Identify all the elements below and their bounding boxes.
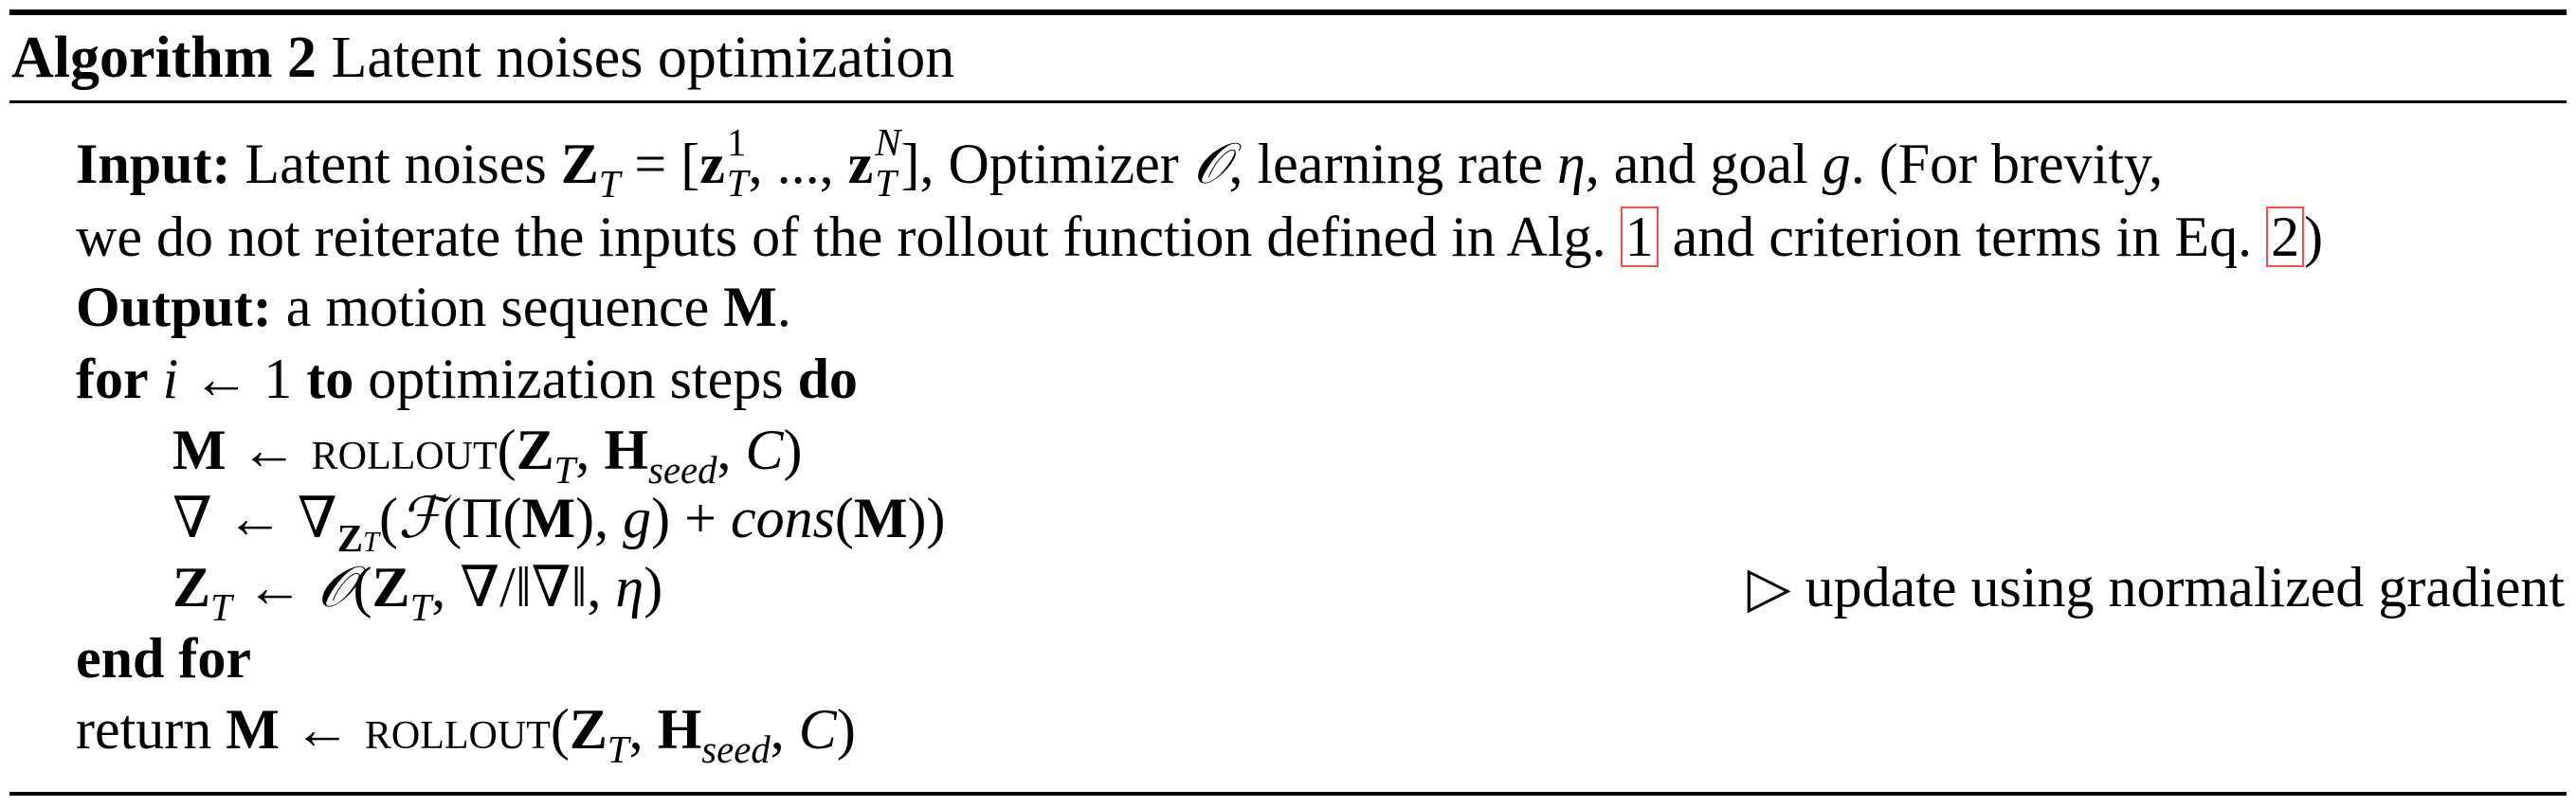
alg-reference-link[interactable]: 1 xyxy=(1620,206,1659,267)
loop-arrow: ← xyxy=(192,348,250,410)
math-zt-def: ZT = [z 1 T, ..., z N T] xyxy=(560,121,920,206)
update-comment: ▷ update using normalized gradient xyxy=(1747,556,2565,619)
rollout-fn: rollout xyxy=(311,419,498,481)
end-for-keyword: end for xyxy=(76,627,251,690)
to-keyword: to xyxy=(306,348,354,410)
math-eta: η xyxy=(1557,133,1586,195)
bottom-rule xyxy=(9,792,2567,796)
input-text-b: , Optimizer xyxy=(919,133,1179,195)
loop-start: 1 xyxy=(263,348,293,410)
output-line: Output: a motion sequence M. xyxy=(76,272,791,342)
math-optimizer: 𝒪 xyxy=(1192,133,1229,195)
input-continuation-line: we do not reiterate the inputs of the ro… xyxy=(76,202,2323,272)
for-keyword: for xyxy=(76,348,149,410)
return-line: return M ← rollout(ZT, Hseed, C) xyxy=(76,698,856,772)
eq-reference-link[interactable]: 2 xyxy=(2266,206,2305,267)
algorithm-title: Latent noises optimization xyxy=(331,26,955,90)
loop-var: i xyxy=(162,348,179,410)
input-line2-b: and criterion terms in Eq. xyxy=(1672,206,2253,268)
end-for-line: end for xyxy=(76,623,251,693)
update-step: ZT ← 𝒪(ZT, ∇/‖∇‖, η) xyxy=(172,556,663,630)
input-keyword: Input: xyxy=(76,133,231,195)
math-m: M xyxy=(723,276,777,338)
for-line: for i ← 1 to optimization steps do xyxy=(76,344,858,414)
input-text-c: , learning rate xyxy=(1228,133,1544,195)
output-suffix: . xyxy=(776,276,791,338)
do-keyword: do xyxy=(797,348,858,410)
input-line2-c: ) xyxy=(2304,206,2324,268)
gradient-step: ∇ ← ∇ZT(ℱ(Π(M), g) + cons(M)) xyxy=(172,487,946,561)
return-rollout-fn: rollout xyxy=(364,698,551,761)
input-line: Input: Latent noises ZT = [z 1 T, ..., zNT… xyxy=(76,121,2164,206)
input-text-a: Latent noises xyxy=(245,133,547,195)
input-line2-a: we do not reiterate the inputs of the ro… xyxy=(76,206,1606,268)
input-text-e: . (For brevity, xyxy=(1850,133,2164,195)
algorithm-caption: Algorithm 2 Latent noises optimization xyxy=(11,15,954,100)
algorithm-number: Algorithm 2 xyxy=(11,26,317,90)
cons-fn: cons xyxy=(730,487,835,549)
input-text-d: , and goal xyxy=(1585,133,1808,195)
return-seed-sub: seed xyxy=(701,728,771,772)
loop-bound: optimization steps xyxy=(368,348,784,410)
output-text: a motion sequence xyxy=(285,276,710,338)
rollout-step: M ← rollout(ZT, Hseed, C) xyxy=(172,419,803,493)
return-keyword: return xyxy=(76,698,212,761)
caption-rule xyxy=(9,100,2567,103)
output-keyword: Output: xyxy=(76,276,272,338)
math-g: g xyxy=(1822,133,1851,195)
